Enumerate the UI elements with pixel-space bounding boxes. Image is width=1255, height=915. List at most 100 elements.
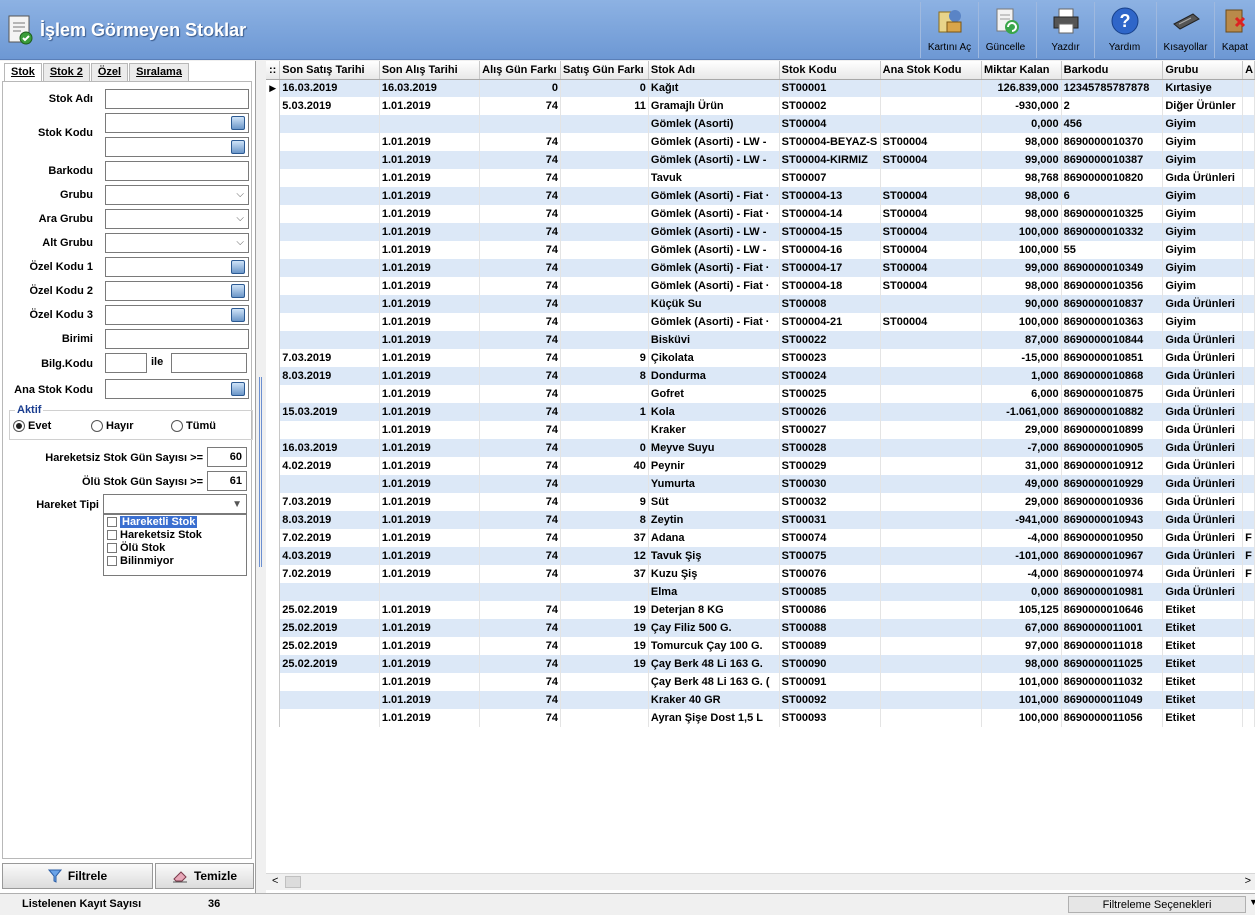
table-cell[interactable]: 7.02.2019 [279,529,380,547]
table-cell[interactable]: ST00001 [779,79,881,97]
table-row[interactable]: 5.03.2019 1.01.2019 74 11 Gramajlı Ürün ST000… [266,97,1255,115]
row-indicator[interactable] [266,565,281,583]
table-cell[interactable] [560,295,649,313]
table-cell[interactable]: 74 [479,493,562,511]
table-cell[interactable] [880,169,983,187]
table-cell[interactable]: Giyim [1162,205,1244,223]
table-row[interactable]: 1.01.2019 74 Gömlek (Asorti) - Fiat · ST000… [266,259,1255,277]
lookup-icon[interactable] [231,382,245,396]
table-cell[interactable]: 97,000 [981,637,1062,655]
table-cell[interactable]: 37 [560,529,649,547]
current-row-arrow-icon[interactable]: ▶ [266,79,281,97]
table-cell[interactable]: 1.01.2019 [379,547,481,565]
table-cell[interactable] [1242,619,1255,637]
column-header[interactable]: Grubu [1162,61,1244,80]
row-indicator[interactable] [266,691,281,709]
table-cell[interactable]: 8690000011018 [1061,637,1164,655]
row-indicator[interactable] [266,709,281,727]
hareket-option-hareketsiz[interactable]: Hareketsiz Stok [104,528,246,541]
table-cell[interactable]: 98,000 [981,655,1062,673]
table-row[interactable]: 25.02.2019 1.01.2019 74 19 Çay Berk 48 Li 16… [266,655,1255,673]
table-cell[interactable]: 8690000010905 [1061,439,1164,457]
table-cell[interactable] [880,637,983,655]
table-cell[interactable]: 1.01.2019 [379,403,481,421]
table-cell[interactable]: 7.03.2019 [279,493,380,511]
table-cell[interactable]: 1.01.2019 [379,457,481,475]
table-cell[interactable]: Giyim [1162,259,1244,277]
table-cell[interactable]: -1.061,000 [981,403,1062,421]
table-cell[interactable]: 1.01.2019 [379,331,481,349]
table-cell[interactable]: 19 [560,637,649,655]
table-cell[interactable]: 37 [560,565,649,583]
table-cell[interactable] [560,133,649,151]
table-cell[interactable] [560,277,649,295]
table-cell[interactable]: 16.03.2019 [279,439,380,457]
table-cell[interactable]: ST00008 [779,295,881,313]
row-indicator[interactable] [266,205,281,223]
table-cell[interactable]: Giyim [1162,115,1244,133]
table-cell[interactable]: ST00004-KIRMIZ [779,151,881,169]
table-cell[interactable]: ST00004 [880,133,983,151]
table-cell[interactable]: 8690000010349 [1061,259,1164,277]
table-cell[interactable]: 8.03.2019 [279,367,380,385]
table-cell[interactable]: 74 [479,241,562,259]
table-row[interactable]: 1.01.2019 74 Gömlek (Asorti) - LW - ST00004… [266,151,1255,169]
table-cell[interactable]: 1.01.2019 [379,367,481,385]
row-indicator[interactable] [266,475,281,493]
help-button[interactable]: ? Yardım [1094,2,1154,58]
table-cell[interactable]: 2 [1061,97,1164,115]
table-cell[interactable] [1242,313,1255,331]
table-cell[interactable]: 98,000 [981,187,1062,205]
table-cell[interactable]: 8690000010370 [1061,133,1164,151]
table-cell[interactable]: Kağıt [648,79,780,97]
table-cell[interactable]: 74 [479,673,562,691]
table-cell[interactable]: Giyim [1162,187,1244,205]
table-cell[interactable] [1242,691,1255,709]
refresh-button[interactable]: Güncelle [978,2,1032,58]
lookup-icon[interactable] [231,308,245,322]
table-cell[interactable]: 0 [560,439,649,457]
table-cell[interactable]: Gıda Ürünleri [1162,457,1244,475]
row-indicator[interactable] [266,277,281,295]
table-cell[interactable]: Giyim [1162,133,1244,151]
row-indicator[interactable] [266,385,281,403]
table-cell[interactable]: 16.03.2019 [379,79,481,97]
table-cell[interactable]: 8690000010967 [1061,547,1164,565]
dropdown-arrow-icon[interactable]: ▼ [1249,897,1255,907]
table-cell[interactable]: ST00004 [880,313,983,331]
table-cell[interactable]: ST00025 [779,385,881,403]
table-cell[interactable]: 8690000010844 [1061,331,1164,349]
table-row[interactable]: ▶ 16.03.2019 16.03.2019 0 0 Kağıt ST00001 126.8… [266,79,1255,97]
table-cell[interactable]: 5.03.2019 [279,97,380,115]
table-cell[interactable]: 100,000 [981,709,1062,727]
table-cell[interactable]: 98,000 [981,133,1062,151]
table-cell[interactable]: ST00091 [779,673,881,691]
table-cell[interactable]: Zeytin [648,511,780,529]
table-cell[interactable] [1242,97,1255,115]
table-cell[interactable]: Etiket [1162,619,1244,637]
table-cell[interactable]: Tomurcuk Çay 100 G. [648,637,780,655]
table-cell[interactable] [560,475,649,493]
table-cell[interactable] [279,385,380,403]
table-cell[interactable] [1242,601,1255,619]
table-cell[interactable] [880,367,983,385]
table-cell[interactable]: ST00093 [779,709,881,727]
table-cell[interactable] [1242,637,1255,655]
tab-ozel[interactable]: Özel [90,63,129,81]
alt-grubu-select[interactable]: ⌵ [105,233,249,253]
table-cell[interactable]: 1.01.2019 [379,637,481,655]
table-cell[interactable] [560,187,649,205]
table-cell[interactable]: 1.01.2019 [379,709,481,727]
table-cell[interactable]: Gıda Ürünleri [1162,439,1244,457]
table-cell[interactable]: 74 [479,691,562,709]
table-row[interactable]: 1.01.2019 74 Gömlek (Asorti) - LW - ST00004… [266,223,1255,241]
radio-evet[interactable]: Evet [13,420,51,432]
table-cell[interactable]: Diğer Ürünler [1162,97,1244,115]
table-cell[interactable]: 74 [479,187,562,205]
table-cell[interactable] [560,259,649,277]
table-cell[interactable] [279,187,380,205]
table-cell[interactable] [1242,187,1255,205]
table-cell[interactable]: Küçük Su [648,295,780,313]
table-cell[interactable]: ST00004 [880,223,983,241]
row-indicator[interactable] [266,421,281,439]
